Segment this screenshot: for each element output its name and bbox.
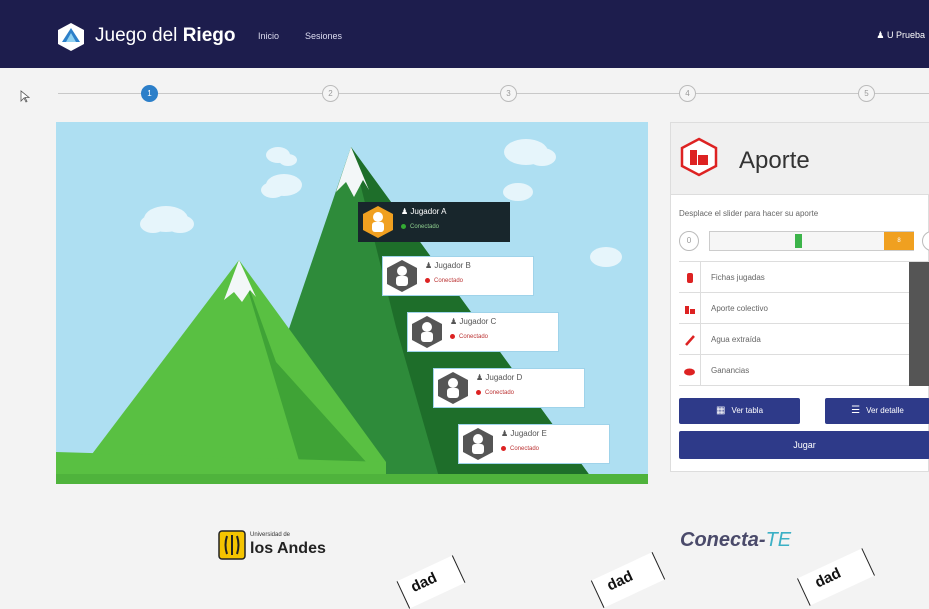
status-dot-icon <box>476 390 481 395</box>
player-card-d[interactable]: ♟ Jugador D Conectado <box>433 368 585 408</box>
game-scene: ♟ Jugador A Conectado ♟ Jugador B Conect… <box>56 122 648 484</box>
status-dot-icon <box>425 278 430 283</box>
status-dot-icon <box>401 224 406 229</box>
player-status: Conectado <box>501 446 539 452</box>
table-row: Fichas jugadas <box>679 262 929 293</box>
nav-sesiones-link[interactable]: Sesiones <box>305 31 342 41</box>
row-value <box>909 293 929 324</box>
player-status: Conectado <box>450 334 488 340</box>
row-label: Fichas jugadas <box>711 273 765 282</box>
hexagon-logo-icon <box>58 23 84 51</box>
step-4[interactable]: 4 <box>679 85 696 102</box>
player-avatar-icon <box>438 372 468 404</box>
user-name: U Prueba <box>886 30 925 40</box>
collective-icon <box>679 293 701 324</box>
table-row: Ganancias <box>679 355 929 386</box>
stats-table: Fichas jugadas Aporte colectivo Agua ext… <box>679 261 929 386</box>
player-avatar-icon <box>412 316 442 348</box>
status-dot-icon <box>501 446 506 451</box>
tokens-icon <box>679 262 701 293</box>
watermark: dad <box>396 555 466 609</box>
step-5[interactable]: 5 <box>858 85 875 102</box>
table-icon: ▦ <box>715 405 726 416</box>
table-row: Aporte colectivo <box>679 293 929 324</box>
brand-prefix: Juego del <box>95 25 183 46</box>
player-avatar-icon <box>387 260 417 292</box>
view-detail-button[interactable]: ☰ Ver detalle <box>825 398 929 424</box>
user-icon: ♟ <box>476 373 486 382</box>
nav-inicio-link[interactable]: Inicio <box>258 31 279 41</box>
row-label: Ganancias <box>711 366 750 375</box>
step-3[interactable]: 3 <box>500 85 517 102</box>
player-name: ♟ Jugador B <box>425 261 471 270</box>
row-value <box>909 324 929 355</box>
uniandes-small-text: Universidad de <box>250 532 291 538</box>
player-avatar-icon <box>463 428 493 460</box>
step-2[interactable]: 2 <box>322 85 339 102</box>
top-navbar: Juego del Riego Inicio Sesiones ♟ U Prue… <box>0 0 929 68</box>
player-status: Conectado <box>425 278 463 284</box>
player-name: ♟ Jugador C <box>450 317 497 326</box>
watermark: dad <box>797 548 875 606</box>
user-icon: ♟ <box>425 261 435 270</box>
slider-instruction: Desplace el slider para hacer su aporte <box>679 209 819 218</box>
row-value <box>909 262 929 293</box>
slider-marker <box>795 234 802 248</box>
slider-thumb[interactable]: 8 <box>884 232 914 250</box>
step-1[interactable]: 1 <box>141 85 158 102</box>
row-label: Agua extraída <box>711 335 761 344</box>
aporte-hexagon-icon <box>680 137 718 177</box>
player-name: ♟ Jugador A <box>401 207 447 216</box>
view-table-button[interactable]: ▦ Ver tabla <box>679 398 800 424</box>
player-card-b[interactable]: ♟ Jugador B Conectado <box>382 256 534 296</box>
row-value <box>909 355 929 386</box>
contribution-slider[interactable]: 8 <box>709 231 914 251</box>
user-icon: ♟ <box>401 207 411 216</box>
mouse-cursor-icon <box>20 90 30 103</box>
user-icon: ♟ <box>450 317 460 326</box>
player-avatar-icon <box>363 206 393 238</box>
slider-min-label: 0 <box>679 231 699 251</box>
watermark: dad <box>590 552 666 608</box>
player-status: Conectado <box>476 390 514 396</box>
user-icon: ♟ <box>876 30 885 40</box>
player-name: ♟ Jugador E <box>501 429 547 438</box>
user-icon: ♟ <box>501 429 511 438</box>
user-menu[interactable]: ♟ U Prueba <box>876 30 925 41</box>
uniandes-big-text: los Andes <box>250 540 326 557</box>
player-name: ♟ Jugador D <box>476 373 523 382</box>
status-dot-icon <box>450 334 455 339</box>
player-status: Conectado <box>401 224 439 230</box>
list-icon: ☰ <box>851 405 861 416</box>
panel-header: Aporte <box>671 123 929 195</box>
uniandes-logo-icon <box>218 530 246 560</box>
player-card-e[interactable]: ♟ Jugador E Conectado <box>458 424 610 464</box>
slider-max-label <box>922 231 929 251</box>
brand-title[interactable]: Juego del Riego <box>95 25 235 47</box>
player-card-c[interactable]: ♟ Jugador C Conectado <box>407 312 559 352</box>
row-label: Aporte colectivo <box>711 304 768 313</box>
stepper-line <box>58 93 929 94</box>
water-icon <box>679 324 701 355</box>
table-row: Agua extraída <box>679 324 929 355</box>
brand-bold: Riego <box>182 25 236 46</box>
conecta-logo: Conecta-TE <box>680 529 792 551</box>
player-card-a[interactable]: ♟ Jugador A Conectado <box>358 202 510 242</box>
earnings-icon <box>679 355 701 386</box>
aporte-panel: Aporte Desplace el slider para hacer su … <box>670 122 929 472</box>
play-button[interactable]: Jugar <box>679 431 929 459</box>
panel-title: Aporte <box>739 147 810 174</box>
